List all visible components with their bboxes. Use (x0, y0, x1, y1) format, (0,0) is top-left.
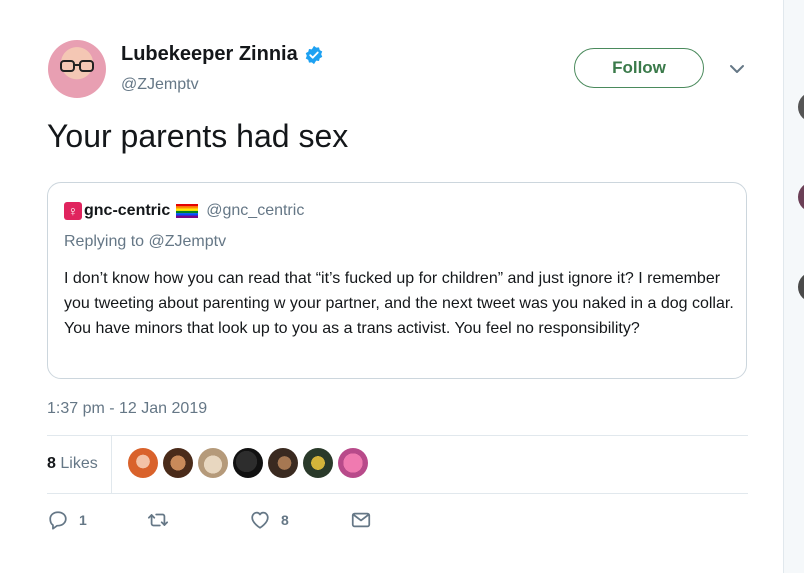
chevron-down-icon[interactable] (728, 62, 746, 76)
background-timeline-edge (783, 0, 804, 573)
divider (111, 436, 112, 493)
liker-avatar[interactable] (233, 448, 263, 478)
quoted-tweet-body: I don’t know how you can read that “it’s… (64, 270, 734, 337)
quoted-display-name: gnc-centric (84, 202, 171, 219)
reply-icon (49, 511, 67, 530)
tweet-text: Your parents had sex (47, 118, 349, 154)
liker-avatar[interactable] (128, 448, 158, 478)
like-button[interactable]: 8 (249, 509, 289, 531)
divider (47, 493, 748, 494)
quoted-tweet[interactable]: ♀ gnc-centric @gnc_centric Replying to @… (47, 182, 747, 379)
retweet-button[interactable] (147, 509, 179, 531)
author-handle[interactable]: @ZJemptv (121, 76, 199, 94)
envelope-icon (351, 512, 371, 528)
divider (47, 435, 748, 436)
venus-icon: ♀ (64, 202, 82, 220)
background-avatar (798, 272, 804, 302)
like-count: 8 (281, 512, 289, 528)
quoted-tweet-header: ♀ gnc-centric @gnc_centric (64, 202, 304, 220)
heart-icon (251, 511, 269, 529)
direct-message-button[interactable] (350, 509, 372, 531)
replying-to-text: Replying to @ZJemptv (64, 233, 227, 250)
liker-avatar[interactable] (268, 448, 298, 478)
liker-avatar[interactable] (338, 448, 368, 478)
liker-avatar[interactable] (198, 448, 228, 478)
reply-count: 1 (79, 512, 87, 528)
reply-button[interactable]: 1 (47, 509, 87, 531)
tweet-timestamp[interactable]: 1:37 pm - 12 Jan 2019 (47, 400, 207, 418)
liker-avatar[interactable] (163, 448, 193, 478)
likes-count[interactable]: 8 Likes (47, 455, 98, 473)
rainbow-flag-icon (176, 204, 199, 218)
tweet-card: Lubekeeper Zinnia @ZJemptv Follow Your p… (0, 0, 783, 573)
background-avatar (798, 182, 804, 212)
author-avatar[interactable] (48, 40, 106, 98)
retweet-icon (147, 513, 169, 527)
verified-badge-icon (305, 45, 322, 64)
author-name-row: Lubekeeper Zinnia (121, 43, 324, 66)
glasses-graphic (60, 60, 94, 72)
liker-avatar[interactable] (303, 448, 333, 478)
likes-number: 8 (47, 455, 56, 472)
follow-button[interactable]: Follow (574, 48, 704, 88)
author-display-name[interactable]: Lubekeeper Zinnia (121, 43, 298, 66)
quoted-handle: @gnc_centric (206, 202, 305, 219)
likes-label: Likes (60, 455, 98, 472)
background-avatar (798, 92, 804, 122)
liker-avatars (128, 448, 373, 478)
